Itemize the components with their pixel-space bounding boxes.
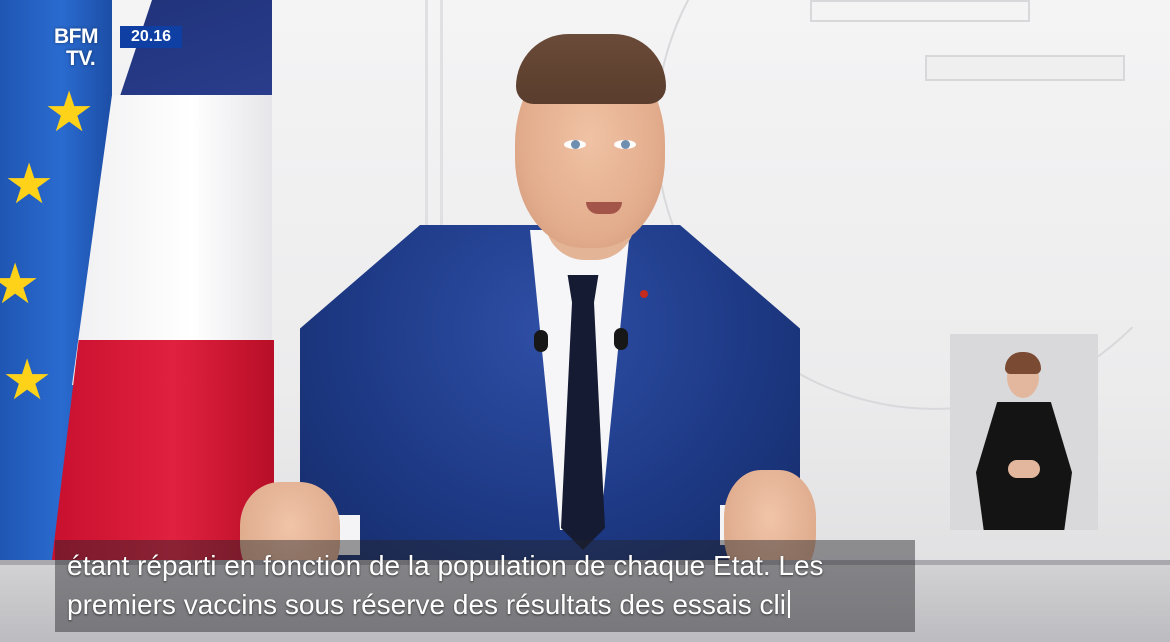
lapel-mic-icon xyxy=(534,330,548,352)
channel-logo-line2: TV. xyxy=(66,47,96,70)
subtitle-line-2: premiers vaccins sous réserve des résult… xyxy=(67,588,790,622)
sign-language-inset xyxy=(950,334,1098,530)
video-frame: ★ ★ ★ ★ BFM TV. 20.16 étant réparti en f… xyxy=(0,0,1170,642)
interpreter-hair xyxy=(1005,352,1041,374)
lapel-mic-icon xyxy=(614,328,628,350)
text-cursor xyxy=(787,590,790,618)
speaker-hair xyxy=(516,34,666,104)
lapel-pin-icon xyxy=(640,290,648,298)
channel-logo: BFM TV. xyxy=(54,26,114,72)
subtitle-line-2-text: premiers vaccins sous réserve des résult… xyxy=(67,589,786,620)
speaker-eye xyxy=(614,140,636,149)
speaker-eye xyxy=(564,140,586,149)
interpreter-hands xyxy=(1008,460,1040,478)
channel-logo-line1: BFM xyxy=(54,25,99,48)
subtitle-line-1: étant réparti en fonction de la populati… xyxy=(67,550,824,581)
broadcast-clock: 20.16 xyxy=(120,26,182,48)
